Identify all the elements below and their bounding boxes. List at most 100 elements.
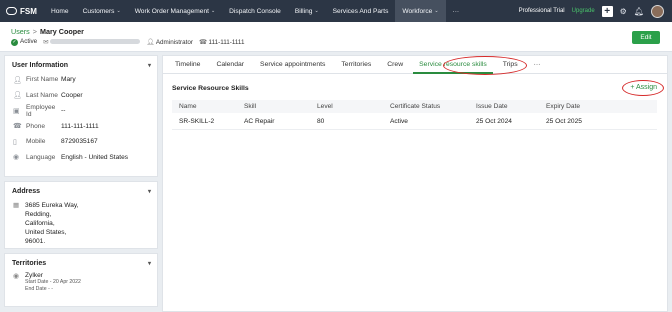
info-row-employee-id: ▣ Employee Id --	[5, 103, 157, 119]
mail-icon: ✉	[43, 38, 49, 46]
chevron-down-icon[interactable]: ▾	[148, 188, 151, 195]
address-line: United States,	[25, 229, 67, 236]
skills-table: Name Skill Level Certificate Status Issu…	[172, 100, 657, 130]
nav-label: Workforce	[402, 7, 433, 15]
chevron-down-icon: ⌄	[210, 8, 216, 14]
phone-text: 111-111-1111	[208, 38, 245, 46]
field-label: Mobile	[26, 138, 46, 146]
tab-more-icon[interactable]: ···	[526, 56, 549, 73]
field-value: --	[61, 107, 66, 115]
table-row[interactable]: SR-SKILL-2 AC Repair 80 Active 25 Oct 20…	[172, 113, 657, 130]
nav-item-work-order-management[interactable]: Work Order Management ⌄	[128, 0, 222, 22]
chevron-down-icon: ⌄	[434, 8, 439, 14]
card-header[interactable]: Territories ▾	[5, 254, 157, 270]
edit-button[interactable]: Edit	[632, 31, 660, 44]
column-header[interactable]: Expiry Date	[546, 103, 646, 110]
nav-item-dispatch-console[interactable]: Dispatch Console	[222, 0, 288, 22]
mobile-icon: ▯	[13, 138, 17, 146]
settings-gear-icon[interactable]: ⚙	[620, 7, 627, 16]
page-title: Mary Cooper	[39, 27, 84, 36]
app-brand[interactable]: FSM	[6, 7, 44, 16]
territory-end-date: End Date - -	[25, 286, 53, 292]
table-header: Name Skill Level Certificate Status Issu…	[172, 100, 657, 113]
field-label: Employee Id	[26, 103, 56, 118]
nav-item-customers[interactable]: Customers ⌄	[76, 0, 128, 22]
nav-label: Home	[51, 7, 69, 15]
nav-item-workforce[interactable]: Workforce ⌄	[395, 0, 446, 22]
field-label: Last Name	[26, 91, 58, 99]
address-line: California,	[25, 220, 55, 227]
column-header[interactable]: Issue Date	[476, 103, 546, 110]
column-header[interactable]: Skill	[244, 103, 317, 110]
nav-item-home[interactable]: Home	[44, 0, 76, 22]
nav-item-services-and-parts[interactable]: Services And Parts	[326, 0, 396, 22]
territory-start-date: Start Date - 20 Apr 2022	[25, 279, 81, 285]
info-row-last-name: 👤︎ Last Name Cooper	[5, 88, 157, 104]
territory-details: Zylker Start Date - 20 Apr 2022 End Date…	[25, 272, 81, 293]
column-header[interactable]: Name	[172, 103, 244, 110]
card-header[interactable]: User Information ▾	[5, 56, 157, 72]
chevron-down-icon[interactable]: ▾	[148, 62, 151, 69]
card-header[interactable]: Address ▾	[5, 182, 157, 198]
info-row-phone: ☎ Phone 111-111-1111	[5, 119, 157, 135]
breadcrumb-users-link[interactable]: Users	[11, 27, 30, 36]
address-line: 96001.	[25, 238, 46, 245]
tab-crew[interactable]: Crew	[379, 56, 411, 73]
column-label: Level	[317, 103, 333, 110]
main-content-panel: Timeline Calendar Service appointments T…	[162, 55, 668, 312]
phone-info: ☎ 111-111-1111	[199, 39, 245, 46]
redacted-email: ✉	[43, 38, 141, 46]
field-value: 111-111-1111	[61, 122, 99, 130]
notification-bell-icon[interactable]: 🔔︎	[634, 7, 644, 16]
upgrade-link[interactable]: Upgrade	[572, 8, 595, 14]
tab-service-appointments[interactable]: Service appointments	[252, 56, 333, 73]
tab-timeline[interactable]: Timeline	[167, 56, 208, 73]
territory-item: ◉ Zylker Start Date - 20 Apr 2022 End Da…	[5, 270, 157, 297]
record-tabs: Timeline Calendar Service appointments T…	[163, 56, 667, 74]
column-header[interactable]: Certificate Status	[390, 103, 476, 110]
person-icon: 👤︎	[146, 39, 155, 46]
field-label: Phone	[26, 122, 46, 130]
nav-label: Billing	[294, 7, 313, 15]
tab-calendar[interactable]: Calendar	[208, 56, 252, 73]
nav-label: Services And Parts	[332, 7, 389, 15]
left-panel: User Information ▾ 👤︎ First Name Mary 👤︎ Las…	[4, 55, 158, 311]
more-icon: ···	[452, 7, 460, 15]
nav-item-billing[interactable]: Billing ⌄	[288, 0, 326, 22]
column-label: Expiry Date	[546, 103, 581, 110]
address-block: ▦ 3685 Eureka Way, Redding, California, …	[5, 198, 157, 252]
nav-label: Customers	[82, 7, 115, 15]
chevron-down-icon: ⌄	[116, 8, 121, 14]
trial-label: Professional Trial	[518, 8, 565, 14]
annotation-circle-assign	[622, 80, 664, 96]
annotation-circle-tab	[443, 56, 527, 75]
address-lines: 3685 Eureka Way, Redding, California, Un…	[25, 201, 79, 246]
address-line: 3685 Eureka Way,	[25, 202, 79, 209]
quick-create-plus-icon[interactable]: +	[601, 5, 613, 17]
person-icon: 👤︎	[13, 92, 22, 100]
cell-issue-date: 25 Oct 2024	[476, 117, 512, 125]
card-title: Territories	[12, 260, 47, 267]
phone-icon: ☎	[13, 123, 22, 131]
column-label: Skill	[244, 103, 257, 110]
breadcrumb: Users > Mary Cooper	[11, 27, 84, 36]
field-label: Language	[26, 153, 56, 161]
column-header[interactable]: Level	[317, 103, 390, 110]
chevron-down-icon[interactable]: ▾	[148, 260, 151, 267]
tab-territories[interactable]: Territories	[333, 56, 379, 73]
field-label: First Name	[26, 76, 59, 84]
nav-label: Work Order Management	[134, 7, 209, 15]
breadcrumb-separator: >	[32, 27, 37, 36]
avatar[interactable]	[651, 4, 664, 18]
territory-name: Zylker	[25, 272, 43, 279]
record-meta: ✓ Active ✉ 👤︎ Administrator ☎ 111-111-111…	[11, 38, 244, 46]
top-navigation-bar: FSM Home Customers ⌄ Work Order Managemen…	[0, 0, 672, 22]
cell-expiry-date: 25 Oct 2025	[546, 117, 582, 125]
redacted-email-bar	[50, 39, 141, 45]
status-badge: ✓ Active	[11, 38, 37, 46]
record-header: Users > Mary Cooper ✓ Active ✉ 👤︎ Administr…	[0, 22, 672, 52]
territories-card: Territories ▾ ◉ Zylker Start Date - 20 Ap…	[4, 253, 158, 307]
column-label: Name	[179, 103, 197, 110]
field-value: English - United States	[61, 153, 129, 161]
nav-more-button[interactable]: ···	[446, 0, 467, 22]
